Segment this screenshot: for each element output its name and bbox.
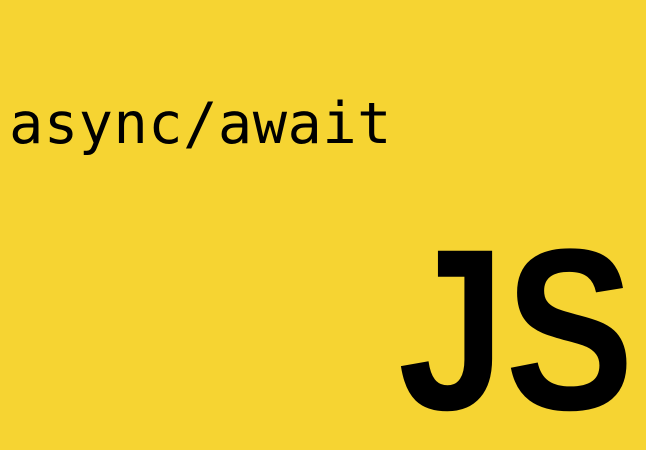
js-logo-icon: JS xyxy=(398,233,634,413)
headline-title: async/await xyxy=(9,91,392,157)
js-logo-text: JS xyxy=(398,233,634,413)
page: { "headline": "async/await", "logo": { "… xyxy=(0,0,646,450)
